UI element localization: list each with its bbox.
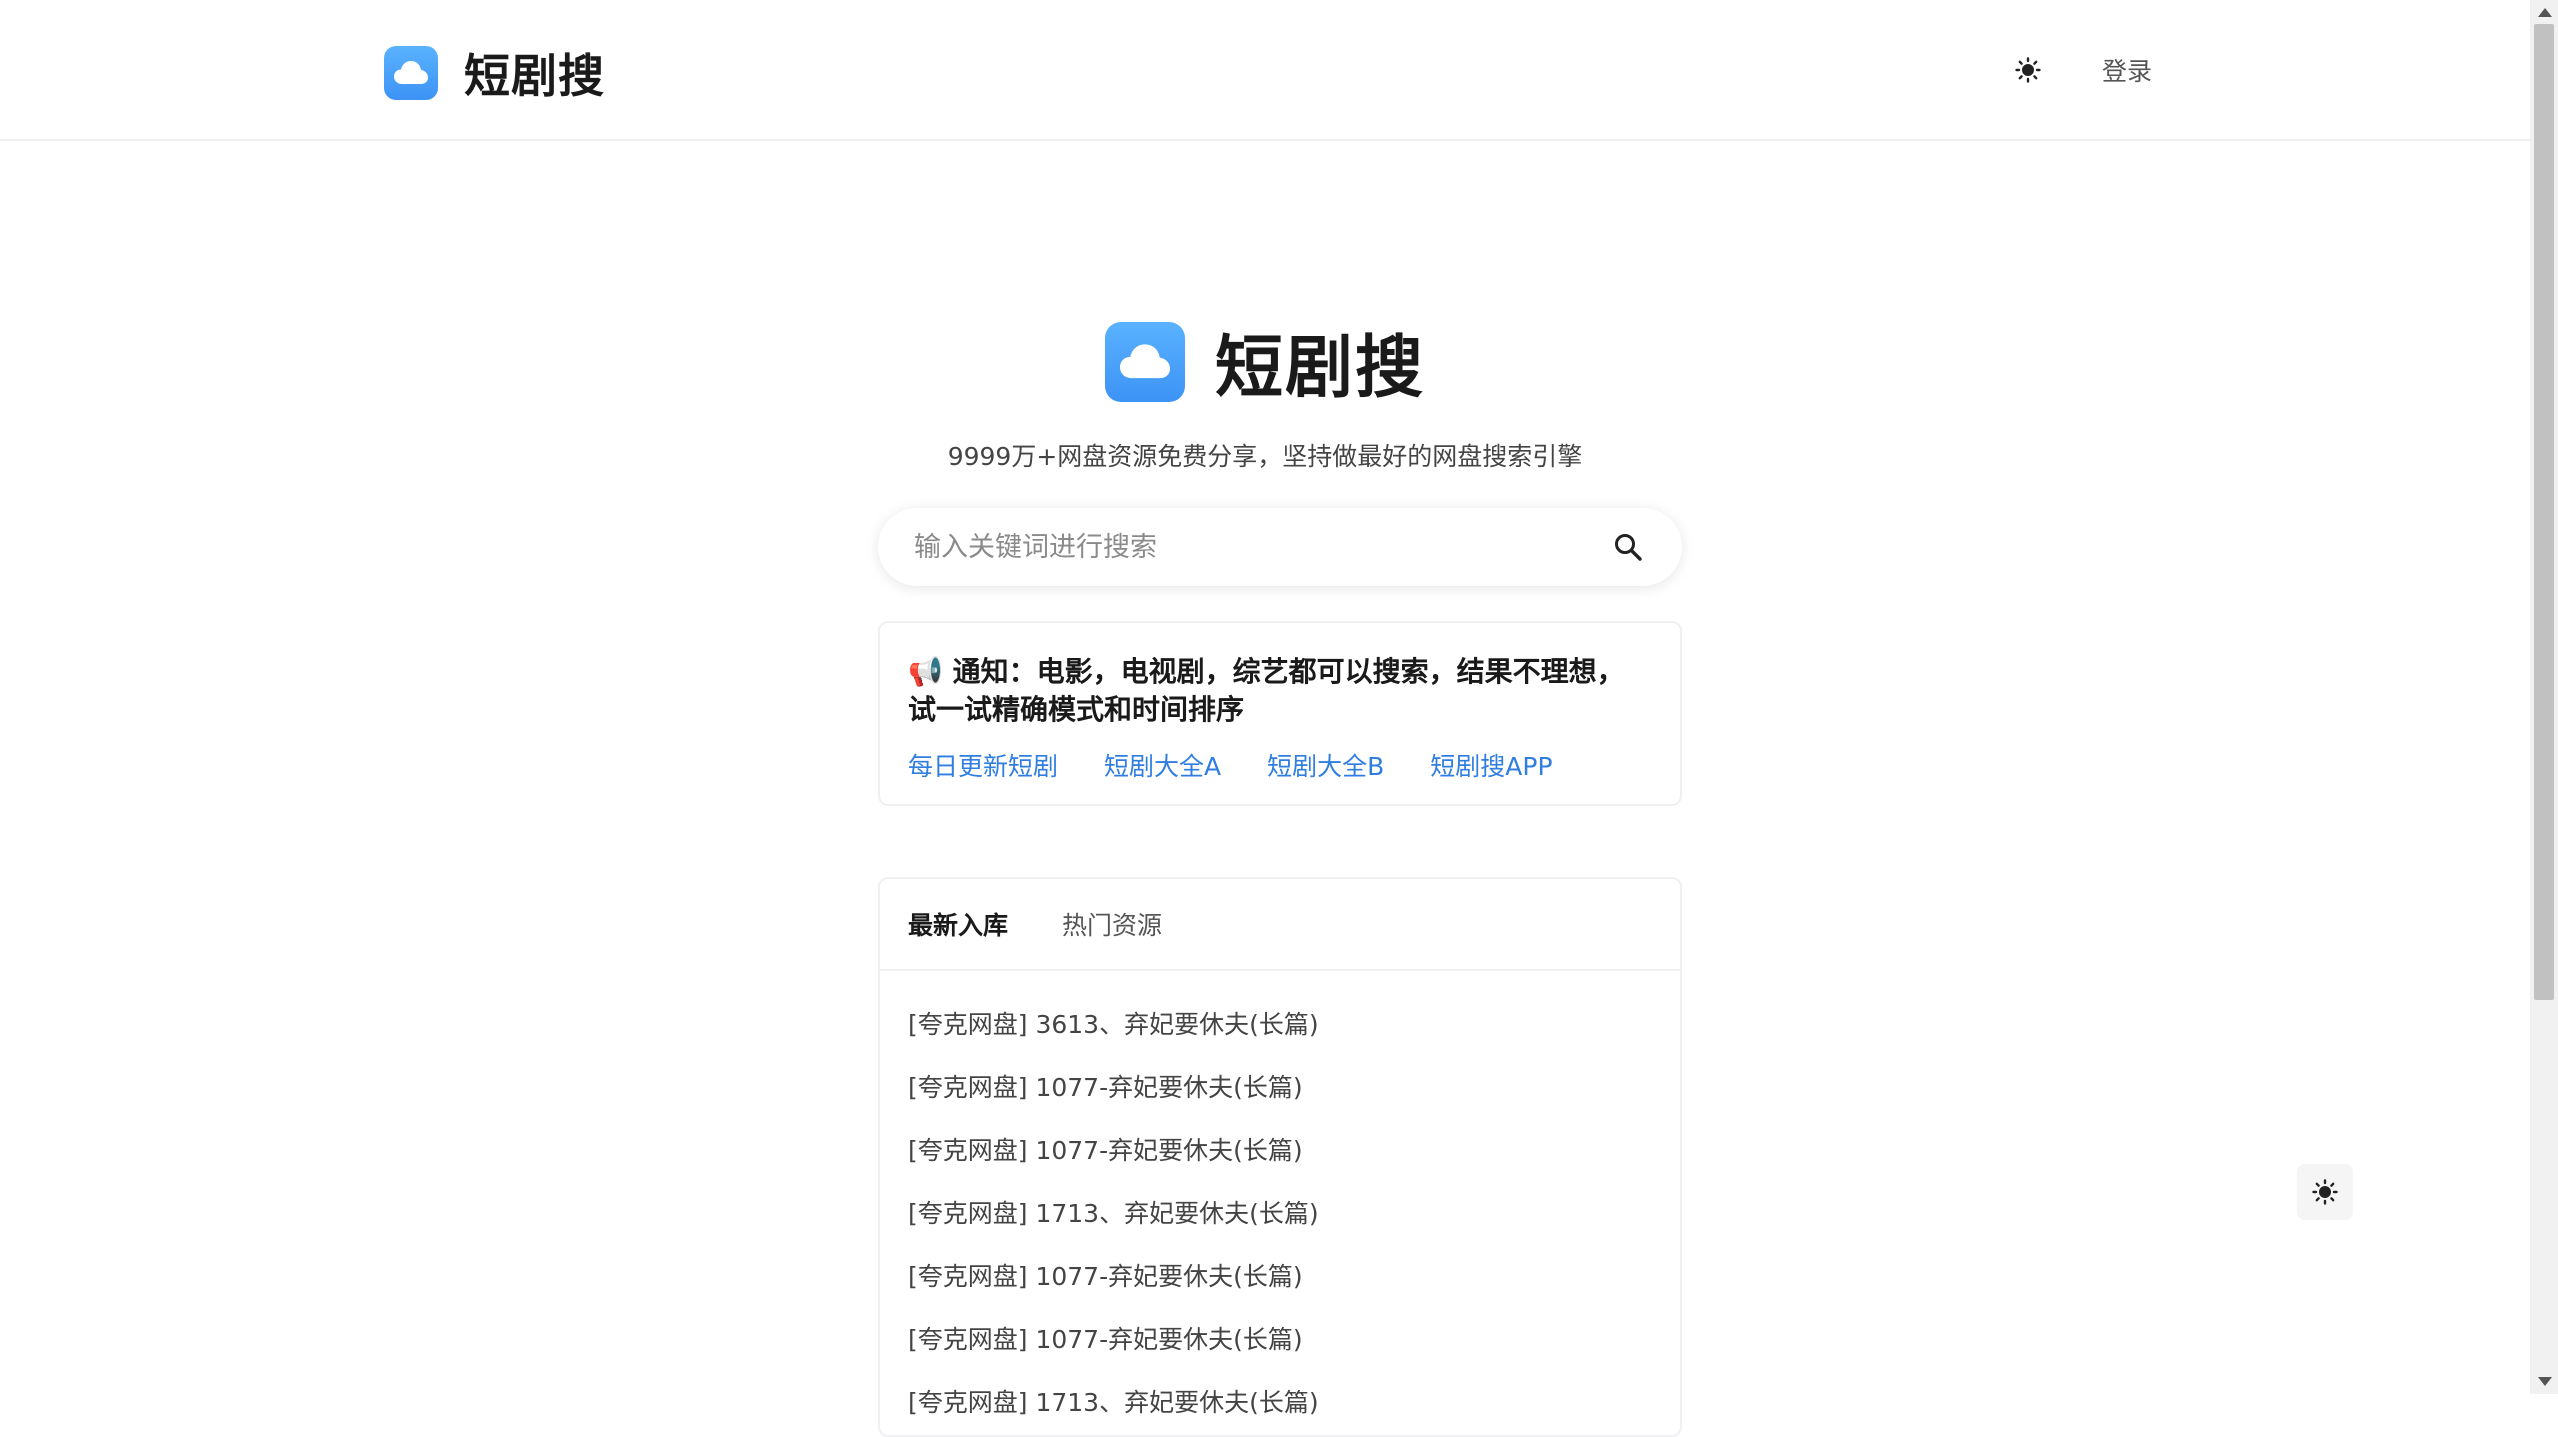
- search-input[interactable]: [912, 531, 1608, 564]
- cloud-logo-icon: [384, 46, 438, 100]
- list-item[interactable]: [夸克网盘] 1077-弃妃要休夫(长篇): [908, 1117, 1652, 1180]
- resource-list: [夸克网盘] 3613、弃妃要休夫(长篇) [夸克网盘] 1077-弃妃要休夫(…: [880, 971, 1680, 1432]
- cloud-logo-icon: [1105, 322, 1185, 402]
- login-link[interactable]: 登录: [2102, 52, 2152, 88]
- scroll-up-arrow-icon[interactable]: [2538, 8, 2552, 17]
- hero-title: 短剧搜: [1215, 312, 1425, 411]
- notice-links: 每日更新短剧 短剧大全A 短剧大全B 短剧搜APP: [908, 747, 1652, 783]
- hero-tagline: 9999万+网盘资源免费分享，坚持做最好的网盘搜索引擎: [948, 437, 1583, 473]
- top-header: 短剧搜 登录: [0, 0, 2530, 141]
- list-item[interactable]: [夸克网盘] 1077-弃妃要休夫(长篇): [908, 1054, 1652, 1117]
- notice-message: 通知：电影，电视剧，综艺都可以搜索，结果不理想，试一试精确模式和时间排序: [908, 655, 1625, 726]
- notice-text: 📢 通知：电影，电视剧，综艺都可以搜索，结果不理想，试一试精确模式和时间排序: [908, 653, 1652, 729]
- link-collection-a[interactable]: 短剧大全A: [1104, 747, 1221, 783]
- resource-tabs: 最新入库 热门资源: [880, 879, 1680, 971]
- tab-latest[interactable]: 最新入库: [908, 906, 1008, 942]
- header-brand[interactable]: 短剧搜: [384, 40, 605, 106]
- resource-panel: 最新入库 热门资源 [夸克网盘] 3613、弃妃要休夫(长篇) [夸克网盘] 1…: [878, 877, 1682, 1437]
- list-item[interactable]: [夸克网盘] 3613、弃妃要休夫(长篇): [908, 991, 1652, 1054]
- link-collection-b[interactable]: 短剧大全B: [1267, 747, 1384, 783]
- scrollbar-thumb[interactable]: [2534, 24, 2554, 1000]
- list-item[interactable]: [夸克网盘] 1077-弃妃要休夫(长篇): [908, 1243, 1652, 1306]
- link-app[interactable]: 短剧搜APP: [1430, 747, 1552, 783]
- floating-theme-button[interactable]: [2297, 1164, 2353, 1220]
- hero-section: 短剧搜 9999万+网盘资源免费分享，坚持做最好的网盘搜索引擎: [0, 312, 2530, 473]
- page-scrollbar[interactable]: [2530, 0, 2558, 1394]
- sun-icon[interactable]: [2010, 52, 2046, 88]
- link-daily-updates[interactable]: 每日更新短剧: [908, 747, 1058, 783]
- megaphone-icon: 📢: [908, 655, 943, 688]
- list-item[interactable]: [夸克网盘] 1713、弃妃要休夫(长篇): [908, 1369, 1652, 1432]
- scroll-down-arrow-icon[interactable]: [2538, 1377, 2552, 1386]
- hero-brand: 短剧搜: [1105, 312, 1425, 411]
- search-box: [878, 508, 1682, 586]
- tab-popular[interactable]: 热门资源: [1062, 906, 1162, 942]
- header-brand-name: 短剧搜: [464, 40, 605, 106]
- sun-icon: [2312, 1179, 2338, 1205]
- search-icon[interactable]: [1608, 527, 1648, 567]
- list-item[interactable]: [夸克网盘] 1077-弃妃要休夫(长篇): [908, 1306, 1652, 1369]
- notice-card: 📢 通知：电影，电视剧，综艺都可以搜索，结果不理想，试一试精确模式和时间排序 每…: [878, 621, 1682, 806]
- list-item[interactable]: [夸克网盘] 1713、弃妃要休夫(长篇): [908, 1180, 1652, 1243]
